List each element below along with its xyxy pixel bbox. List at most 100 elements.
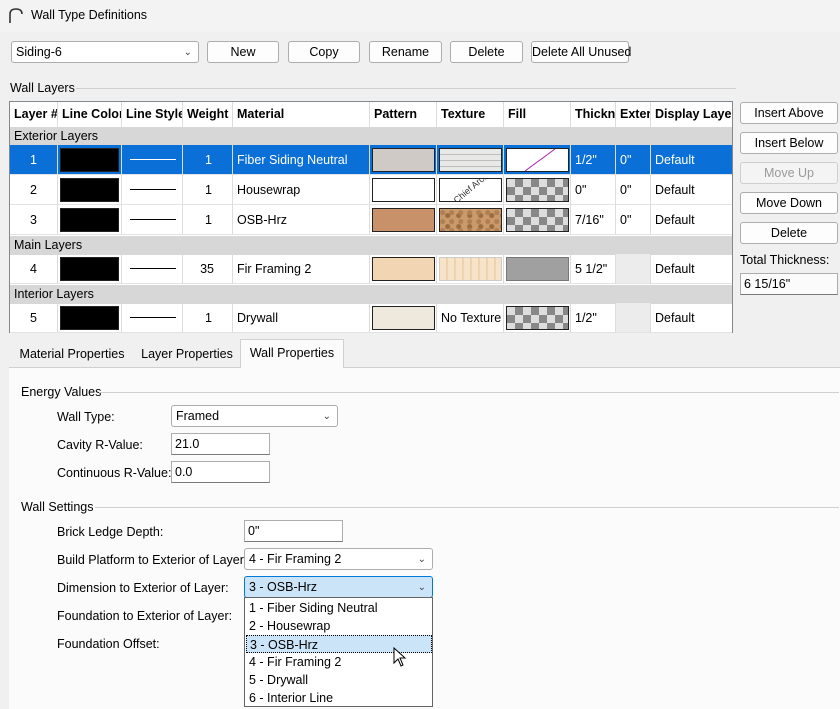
thickness-cell[interactable]: 0" [571,175,616,205]
line-color-cell[interactable] [58,303,122,333]
thickness-cell[interactable]: 1/2" [571,145,616,175]
exterior-cell[interactable]: 0" [616,145,651,175]
line-style-sample [130,268,176,269]
dropdown-option[interactable]: 2 - Housewrap [246,617,432,635]
brick-ledge-input[interactable]: 0" [244,520,343,542]
display-layer-cell[interactable]: Default [651,175,732,205]
fill-cell[interactable] [504,145,571,175]
column-header-fill[interactable]: Fill [504,102,571,127]
column-header-display-layer[interactable]: Display Layer [651,102,732,127]
texture-cell[interactable] [437,254,504,284]
exterior-cell[interactable]: 0" [616,205,651,235]
fill-cell[interactable] [504,205,571,235]
wall-type-select[interactable]: Siding-6 ⌄ [11,41,199,63]
exterior-cell[interactable]: 0" [616,175,651,205]
wall-type-energy-value: Framed [176,409,220,423]
dropdown-option[interactable]: 6 - Interior Line [246,689,432,707]
dimension-select[interactable]: 3 - OSB-Hrz ⌄ [244,576,433,598]
delete-wall-type-button[interactable]: Delete [450,41,523,63]
line-color-cell[interactable] [58,254,122,284]
weight-cell: 1 [183,175,233,205]
table-row[interactable]: 5 1 Drywall No Texture 1/2" Default [10,303,732,333]
tab-wall-properties[interactable]: Wall Properties [240,339,344,368]
material-cell[interactable]: Housewrap [233,175,370,205]
insert-below-button[interactable]: Insert Below [740,132,838,154]
texture-cell[interactable] [437,145,504,175]
line-color-cell[interactable] [58,145,122,175]
material-cell[interactable]: Fir Framing 2 [233,254,370,284]
column-header-texture[interactable]: Texture [437,102,504,127]
material-cell[interactable]: Drywall [233,303,370,333]
group-divider [76,88,736,89]
pattern-cell[interactable] [370,254,437,284]
display-layer-cell[interactable]: Default [651,205,732,235]
pattern-cell[interactable] [370,205,437,235]
table-row[interactable]: 2 1 Housewrap Chief Arch 0" 0" Default [10,175,732,205]
column-header-line-color[interactable]: Line Color [58,102,122,127]
table-row[interactable]: 4 35 Fir Framing 2 5 1/2" Default [10,254,732,284]
column-header-thickness[interactable]: Thickn [571,102,616,127]
pattern-cell[interactable] [370,145,437,175]
column-header-layer[interactable]: Layer # [10,102,58,127]
column-header-material[interactable]: Material [233,102,370,127]
line-style-cell[interactable] [122,303,183,333]
texture-cell[interactable]: No Texture [437,303,504,333]
fill-cell[interactable] [504,175,571,205]
line-color-swatch [60,257,119,281]
thickness-cell[interactable]: 7/16" [571,205,616,235]
weight-cell: 1 [183,205,233,235]
move-up-button[interactable]: Move Up [740,162,838,184]
column-header-pattern[interactable]: Pattern [370,102,437,127]
build-platform-select[interactable]: 4 - Fir Framing 2 ⌄ [244,548,433,570]
pattern-cell[interactable] [370,303,437,333]
section-exterior-layers: Exterior Layers [10,127,732,146]
line-style-sample [130,317,176,318]
material-cell[interactable]: Fiber Siding Neutral [233,145,370,175]
dropdown-option[interactable]: 1 - Fiber Siding Neutral [246,599,432,617]
line-style-cell[interactable] [122,175,183,205]
line-style-cell[interactable] [122,145,183,175]
display-layer-cell[interactable]: Default [651,254,732,284]
line-color-swatch [60,306,119,330]
thickness-cell[interactable]: 5 1/2" [571,254,616,284]
column-header-weight[interactable]: Weight [183,102,233,127]
column-header-exterior[interactable]: Exter [616,102,651,127]
chevron-down-icon: ⌄ [322,411,331,422]
rename-button[interactable]: Rename [369,41,442,63]
layer-number: 3 [10,205,58,235]
continuous-r-value-input[interactable]: 0.0 [171,461,270,483]
delete-all-unused-button[interactable]: Delete All Unused [531,41,631,63]
display-layer-cell[interactable]: Default [651,145,732,175]
line-color-cell[interactable] [58,175,122,205]
line-color-cell[interactable] [58,205,122,235]
weight-cell: 1 [183,303,233,333]
cavity-r-value-input[interactable]: 21.0 [171,433,270,455]
line-style-cell[interactable] [122,254,183,284]
group-divider [99,392,839,393]
move-down-button[interactable]: Move Down [740,192,838,214]
fill-cell[interactable] [504,254,571,284]
column-header-line-style[interactable]: Line Style [122,102,183,127]
pattern-swatch [372,208,435,232]
material-cell[interactable]: OSB-Hrz [233,205,370,235]
table-row[interactable]: 3 1 OSB-Hrz 7/16" 0" Default [10,205,732,235]
texture-cell[interactable] [437,205,504,235]
dropdown-option[interactable]: 5 - Drywall [246,671,432,689]
layer-number: 4 [10,254,58,284]
copy-button[interactable]: Copy [288,41,360,63]
fill-hatch-icon [524,148,556,172]
section-main-layers: Main Layers [10,236,732,255]
wall-type-energy-select[interactable]: Framed ⌄ [171,405,338,427]
tab-material-properties[interactable]: Material Properties [12,341,132,368]
tab-layer-properties[interactable]: Layer Properties [134,341,240,368]
line-style-cell[interactable] [122,205,183,235]
table-row[interactable]: 1 1 Fiber Siding Neutral 1/2" 0" Default [10,145,732,175]
delete-layer-button[interactable]: Delete [740,222,838,244]
pattern-cell[interactable] [370,175,437,205]
insert-above-button[interactable]: Insert Above [740,102,838,124]
fill-cell[interactable] [504,303,571,333]
new-button[interactable]: New [207,41,279,63]
texture-cell[interactable]: Chief Arch [437,175,504,205]
display-layer-cell[interactable]: Default [651,303,732,333]
thickness-cell[interactable]: 1/2" [571,303,616,333]
